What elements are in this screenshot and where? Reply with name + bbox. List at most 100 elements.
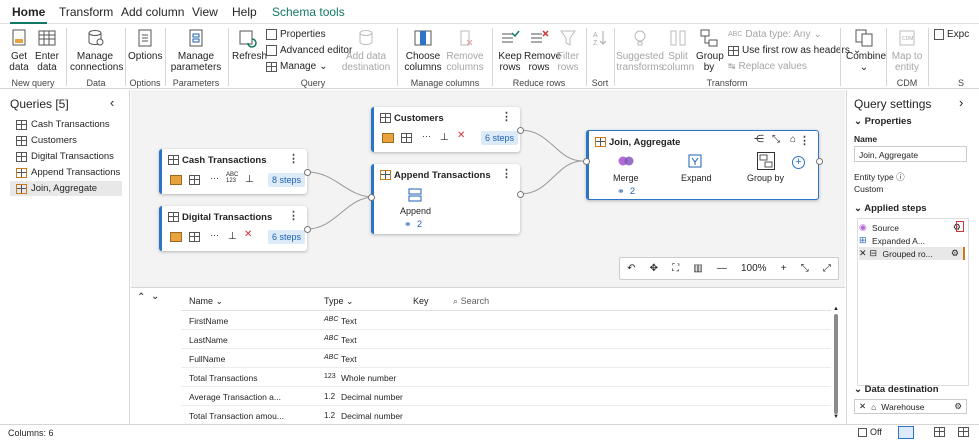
- home-icon[interactable]: ⌂: [790, 134, 796, 145]
- schema-view-icon[interactable]: [958, 427, 969, 437]
- properties-section[interactable]: ⌄ Properties: [854, 116, 912, 127]
- export-button[interactable]: Expc: [934, 29, 969, 40]
- output-node[interactable]: [517, 191, 524, 198]
- step-source[interactable]: ◉ Source ⚙: [859, 221, 965, 234]
- query-card-append-transactions[interactable]: Append Transactions ⋮ Append ⚭ 2: [371, 164, 520, 234]
- more-options-icon[interactable]: ⋮: [799, 134, 810, 147]
- zoom-in-icon[interactable]: +: [781, 263, 787, 274]
- table-view-icon[interactable]: [934, 427, 945, 437]
- output-node[interactable]: [304, 169, 311, 176]
- delete-step-icon[interactable]: ✕: [859, 248, 867, 259]
- data-type-dropdown[interactable]: ABC Data type: Any ⌄: [728, 29, 822, 40]
- query-card-cash-transactions[interactable]: Cash Transactions ⋮ ··· ABC 123 ⊥ 8 steps: [159, 149, 307, 194]
- tab-schema-tools[interactable]: Schema tools: [272, 5, 345, 19]
- output-node[interactable]: [816, 158, 823, 165]
- keep-rows-button[interactable]: Keep rows: [496, 28, 524, 73]
- manage-button[interactable]: Manage ⌄: [266, 61, 328, 72]
- refresh-button[interactable]: Refresh: [232, 28, 267, 62]
- table-row[interactable]: FirstName ABC Text: [181, 311, 831, 330]
- options-button[interactable]: Options: [128, 28, 162, 62]
- query-item-join-aggregate[interactable]: Join, Aggregate: [10, 181, 122, 196]
- table-row[interactable]: Average Transaction a... 1.2 Decimal numbe…: [181, 387, 831, 406]
- step-expanded[interactable]: ⊞ Expanded A...: [859, 234, 965, 247]
- tab-home[interactable]: Home: [9, 5, 48, 24]
- tab-add-column[interactable]: Add column: [121, 5, 184, 19]
- more-options-icon[interactable]: ⋮: [288, 209, 299, 222]
- gear-icon[interactable]: ⚙: [951, 248, 959, 259]
- column-header-type[interactable]: Type ⌄: [324, 296, 354, 307]
- use-first-row-button[interactable]: Use first row as headers ⌄: [728, 45, 861, 56]
- collapse-chevron-icon[interactable]: ‹: [110, 95, 114, 110]
- more-options-icon[interactable]: ⋮: [501, 110, 512, 123]
- name-input[interactable]: Join, Aggregate: [854, 146, 967, 162]
- table-row[interactable]: Total Transactions 123 Whole number: [181, 368, 831, 387]
- data-destination-section[interactable]: ⌄ Data destination: [854, 384, 939, 395]
- expand-view-icon[interactable]: ⤢: [823, 263, 831, 274]
- diagram-view-icon[interactable]: [898, 426, 914, 439]
- steps-badge[interactable]: 6 steps: [268, 230, 306, 244]
- input-node[interactable]: [583, 158, 590, 165]
- steps-badge[interactable]: 8 steps: [268, 173, 306, 187]
- scroll-up-icon[interactable]: ▲: [833, 306, 839, 312]
- table-row[interactable]: FullName ABC Text: [181, 349, 831, 368]
- scrollbar[interactable]: [834, 314, 838, 414]
- step-toggle[interactable]: Off: [858, 427, 882, 437]
- add-data-destination-button[interactable]: Add data destination: [340, 28, 392, 73]
- manage-connections-button[interactable]: Manage connections: [70, 28, 123, 73]
- split-column-button[interactable]: Split column: [662, 28, 694, 73]
- query-card-customers[interactable]: Customers ⋮ ··· ⊥ ✕ 6 steps: [371, 107, 520, 152]
- query-item-customers[interactable]: Customers: [10, 133, 122, 148]
- tab-help[interactable]: Help: [232, 5, 257, 19]
- search-box[interactable]: ⌕ Search: [453, 296, 489, 307]
- query-item-cash-transactions[interactable]: Cash Transactions: [10, 117, 122, 132]
- zoom-out-icon[interactable]: —: [717, 263, 727, 274]
- get-data-button[interactable]: Get data: [6, 28, 32, 73]
- group-by-button[interactable]: Group by: [696, 28, 724, 73]
- shrink-icon[interactable]: ⤡: [801, 263, 809, 274]
- replace-values-button[interactable]: ↹ Replace values: [728, 61, 807, 72]
- more-options-icon[interactable]: ⋮: [288, 152, 299, 165]
- gear-icon[interactable]: ⚙: [954, 401, 962, 412]
- chevron-right-icon[interactable]: ›: [959, 95, 963, 110]
- tab-transform[interactable]: Transform: [59, 5, 113, 19]
- close-icon[interactable]: ✕: [859, 401, 866, 412]
- applied-steps-section[interactable]: ⌄ Applied steps: [854, 203, 927, 214]
- manage-parameters-button[interactable]: Manage parameters: [170, 28, 222, 73]
- pan-icon[interactable]: ✥: [650, 263, 658, 274]
- chevron-up-icon[interactable]: ⌃: [137, 292, 145, 303]
- scroll-down-icon[interactable]: ▼: [833, 414, 839, 420]
- query-card-join-aggregate[interactable]: Join, Aggregate ⋲ ⤡ ⌂ ⋮ Merge ⚭ 2 Expand…: [586, 130, 819, 200]
- enter-data-button[interactable]: Enter data: [34, 28, 60, 73]
- fit-view-icon[interactable]: ⛶: [672, 263, 679, 274]
- query-item-append-transactions[interactable]: Append Transactions: [10, 165, 122, 180]
- table-row[interactable]: LastName ABC Text: [181, 330, 831, 349]
- steps-badge[interactable]: 6 steps: [481, 131, 519, 145]
- table-row[interactable]: Total Transaction amou... 1.2 Decimal numb…: [181, 406, 831, 425]
- sort-button[interactable]: AZ: [590, 28, 610, 51]
- suggested-transforms-button[interactable]: Suggested transforms: [616, 28, 664, 73]
- diagram-view[interactable]: Cash Transactions ⋮ ··· ABC 123 ⊥ 8 steps…: [131, 90, 845, 287]
- remove-rows-button[interactable]: Remove rows: [524, 28, 561, 73]
- data-destination-item[interactable]: ✕ ⌂ Warehouse ⚙: [854, 399, 967, 414]
- output-node[interactable]: [304, 226, 311, 233]
- undo-icon[interactable]: ↶: [627, 263, 635, 274]
- more-options-icon[interactable]: ⋮: [501, 167, 512, 180]
- filter-rows-button[interactable]: Filter rows: [554, 28, 582, 73]
- collapse-icon[interactable]: ⤡: [772, 134, 780, 145]
- remove-columns-button[interactable]: Remove columns: [444, 28, 486, 73]
- step-grouped-rows[interactable]: ✕ ⊟ Grouped ro... ⚙: [859, 247, 965, 260]
- column-header-name[interactable]: Name ⌄: [189, 296, 223, 307]
- query-item-digital-transactions[interactable]: Digital Transactions: [10, 149, 122, 164]
- map-to-entity-button[interactable]: CDM Map to entity: [890, 28, 924, 73]
- input-node[interactable]: [368, 194, 375, 201]
- tab-view[interactable]: View: [192, 5, 218, 19]
- combine-button[interactable]: Combine ⌄: [846, 28, 886, 73]
- map-icon[interactable]: ▥: [693, 263, 702, 274]
- add-step-icon[interactable]: +: [792, 156, 805, 169]
- output-node[interactable]: [517, 127, 524, 134]
- chevron-down-icon[interactable]: ⌄: [151, 291, 159, 302]
- query-card-digital-transactions[interactable]: Digital Transactions ⋮ ··· ⊥ ✕ 6 steps: [159, 206, 307, 251]
- properties-button[interactable]: Properties: [266, 29, 326, 40]
- choose-columns-button[interactable]: Choose columns: [402, 28, 444, 73]
- share-icon[interactable]: ⋲: [754, 134, 764, 145]
